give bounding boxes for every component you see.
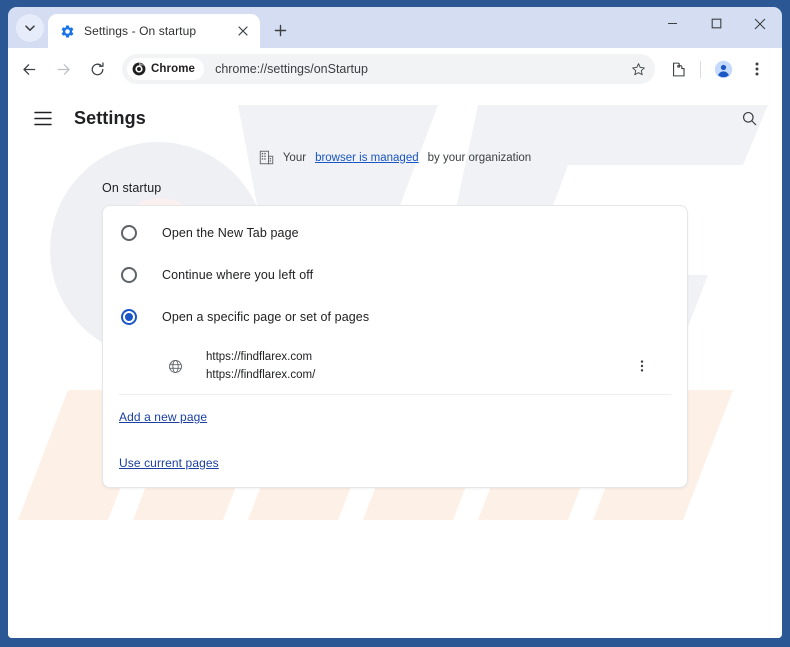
managed-banner-prefix: Your	[282, 151, 307, 164]
close-window-button[interactable]	[738, 7, 782, 40]
startup-site-url: https://findflarex.com/	[206, 369, 316, 381]
radio-label: Open a specific page or set of pages	[162, 310, 370, 324]
desktop-background: Settings - On startup Chrome chrome://se…	[0, 0, 790, 647]
close-icon[interactable]	[234, 22, 252, 40]
minimize-button[interactable]	[650, 7, 694, 40]
use-current-pages-link[interactable]: Use current pages	[119, 456, 219, 470]
extensions-button[interactable]	[663, 54, 693, 84]
chrome-menu-button[interactable]	[742, 54, 772, 84]
browser-tab[interactable]: Settings - On startup	[48, 14, 260, 48]
radio-button-unchecked[interactable]	[121, 267, 137, 283]
reload-button[interactable]	[82, 54, 112, 84]
hamburger-icon	[34, 111, 52, 125]
startup-options-card: Open the New Tab page Continue where you…	[102, 205, 688, 488]
section-title: On startup	[102, 181, 162, 195]
managed-banner-link[interactable]: browser is managed	[315, 152, 419, 164]
settings-search-button[interactable]	[734, 103, 764, 133]
add-a-new-page-link[interactable]: Add a new page	[119, 410, 207, 424]
radio-option-continue[interactable]: Continue where you left off	[103, 254, 687, 296]
new-tab-button[interactable]	[266, 16, 294, 44]
managed-browser-banner: Your browser is managed by your organiza…	[8, 150, 782, 165]
address-bar-text[interactable]: chrome://settings/onStartup	[215, 62, 625, 76]
browser-window: Settings - On startup Chrome chrome://se…	[8, 7, 782, 638]
tab-search-button[interactable]	[16, 14, 44, 42]
radio-button-checked[interactable]	[121, 309, 137, 325]
chrome-icon	[132, 62, 146, 76]
gear-icon	[59, 23, 75, 39]
avatar-icon	[714, 60, 732, 78]
hamburger-menu-button[interactable]	[28, 103, 58, 133]
globe-icon	[167, 358, 184, 375]
maximize-button[interactable]	[694, 7, 738, 40]
site-more-actions-button[interactable]	[629, 353, 655, 379]
page-title: Settings	[74, 107, 146, 128]
chevron-down-icon	[25, 25, 35, 31]
browser-toolbar: Chrome chrome://settings/onStartup	[8, 48, 782, 90]
chrome-origin-chip: Chrome	[127, 58, 205, 80]
back-button[interactable]	[14, 54, 44, 84]
puzzle-icon	[672, 62, 685, 76]
radio-option-new-tab[interactable]: Open the New Tab page	[103, 212, 687, 254]
radio-label: Open the New Tab page	[162, 226, 299, 240]
maximize-icon	[711, 18, 721, 29]
search-icon	[742, 111, 756, 125]
forward-button	[48, 54, 78, 84]
minimize-icon	[667, 22, 677, 25]
window-controls	[650, 7, 782, 40]
startup-site-name: https://findflarex.com	[206, 351, 313, 363]
tab-strip: Settings - On startup	[8, 7, 782, 48]
bookmark-star-icon[interactable]	[625, 56, 651, 82]
toolbar-divider	[700, 60, 701, 78]
arrow-right-icon	[57, 63, 70, 75]
use-current-pages-row: Use current pages	[103, 439, 687, 487]
radio-button-unchecked[interactable]	[121, 225, 137, 241]
plus-icon	[274, 24, 286, 36]
startup-site-urls: https://findflarex.com https://findflare…	[206, 348, 629, 384]
profile-button[interactable]	[708, 54, 738, 84]
reload-icon	[91, 61, 104, 75]
close-icon	[754, 18, 766, 29]
more-vertical-icon	[640, 360, 644, 372]
settings-page: Settings Your browser is managed by your…	[8, 90, 782, 638]
building-icon	[259, 150, 274, 165]
tab-title: Settings - On startup	[84, 24, 197, 38]
chrome-chip-label: Chrome	[151, 63, 196, 75]
more-vertical-icon	[755, 62, 759, 76]
on-startup-section: On startup Open the New Tab page Continu…	[8, 181, 782, 488]
startup-site-row: https://findflarex.com https://findflare…	[119, 340, 671, 395]
radio-option-specific-page[interactable]: Open a specific page or set of pages	[103, 296, 687, 338]
address-bar[interactable]: Chrome chrome://settings/onStartup	[122, 54, 655, 84]
settings-header: Settings	[8, 90, 782, 146]
arrow-left-icon	[22, 63, 35, 75]
radio-label: Continue where you left off	[162, 268, 314, 282]
add-new-page-row: Add a new page	[103, 395, 687, 439]
managed-banner-suffix: by your organization	[427, 151, 532, 164]
